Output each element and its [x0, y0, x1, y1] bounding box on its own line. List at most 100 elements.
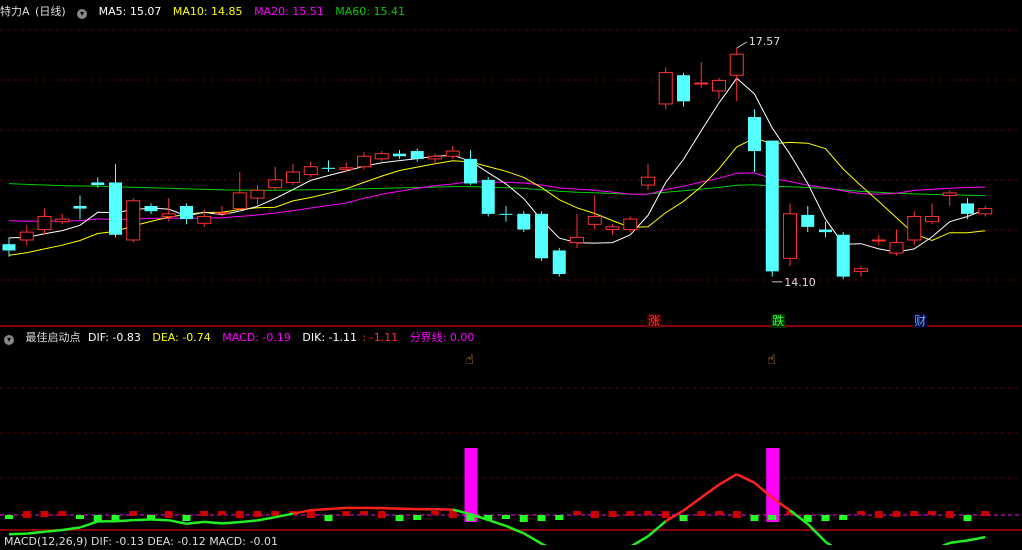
candle-body [38, 216, 51, 229]
dif-curve-segment [648, 521, 666, 536]
dif-curve-segment [258, 517, 276, 520]
candle-body [393, 154, 406, 157]
candle-body [908, 216, 921, 240]
histogram-bar [697, 511, 705, 516]
dif-curve-segment [311, 509, 329, 510]
dif-curve-segment [133, 520, 151, 521]
histogram-bar [644, 511, 652, 515]
candlestick-chart[interactable]: 17.5714.10涨跌财☝☝ [0, 0, 1022, 545]
candle-body [500, 214, 513, 215]
dif-curve-segment [719, 474, 737, 485]
candle-body [837, 235, 850, 277]
candle-body [943, 193, 956, 196]
candle-body [801, 215, 814, 227]
histogram-bar [360, 511, 368, 515]
candle-body [127, 201, 140, 240]
candle-body [251, 190, 264, 198]
hand-pointer-icon: ☝ [767, 352, 776, 368]
dif-curve-segment [240, 520, 258, 522]
histogram-bar [875, 511, 883, 518]
candle-body [109, 182, 122, 234]
candle-body [890, 243, 903, 253]
candle-body [588, 216, 601, 224]
histogram-bar [591, 511, 599, 518]
histogram-bar [857, 511, 865, 515]
histogram-bar [254, 511, 262, 517]
candle-body [748, 117, 761, 151]
histogram-bar [733, 511, 741, 518]
histogram-bar [218, 511, 226, 515]
signal-bar [766, 448, 779, 522]
dif-curve-segment [524, 533, 542, 543]
candle-body [287, 172, 300, 182]
candle-body [429, 156, 442, 159]
dif-curve-segment [27, 532, 45, 534]
histogram-bar [893, 511, 901, 517]
dif-curve-segment [151, 520, 169, 521]
histogram-bar [325, 515, 333, 521]
histogram-bar [396, 515, 404, 521]
candle-body [56, 219, 69, 222]
histogram-bar [271, 511, 279, 516]
dif-curve-segment [9, 534, 27, 535]
histogram-bar [183, 515, 191, 521]
candle-body [819, 230, 832, 233]
candle-body [713, 80, 726, 90]
candle-body [571, 237, 584, 242]
candle-body [961, 203, 974, 213]
histogram-bar [129, 511, 137, 516]
candle-body [642, 177, 655, 185]
candle-body [624, 219, 637, 229]
signal-bar [465, 448, 478, 522]
histogram-bar [76, 515, 84, 519]
candle-body [855, 269, 868, 272]
candle-body [233, 193, 246, 209]
candle-body [606, 227, 619, 230]
histogram-bar [609, 511, 617, 517]
candle-body [340, 168, 353, 170]
histogram-bar [928, 511, 936, 515]
candle-body [784, 214, 797, 258]
histogram-bar [680, 515, 688, 521]
candle-body [198, 216, 211, 223]
ma5-line [9, 78, 985, 252]
candle-body [216, 213, 229, 214]
candle-body [482, 180, 495, 214]
histogram-bar [555, 515, 563, 520]
candle-body [766, 141, 779, 272]
histogram-bar [378, 511, 386, 518]
candle-body [926, 216, 939, 221]
histogram-bar [964, 515, 972, 521]
hand-pointer-icon: ☝ [466, 352, 475, 368]
candle-body [91, 182, 104, 185]
histogram-bar [200, 511, 208, 516]
histogram-bar [58, 511, 66, 516]
histogram-bar [981, 511, 989, 516]
histogram-bar [431, 511, 439, 515]
dif-curve-segment [382, 508, 400, 509]
candle-body [304, 167, 317, 175]
histogram-bar [342, 511, 350, 516]
candle-body [659, 73, 672, 104]
dif-curve-segment [204, 522, 222, 524]
histogram-bar [768, 515, 776, 520]
candle-body [677, 75, 690, 101]
dif-curve-segment [116, 520, 134, 521]
candle-body [3, 244, 16, 250]
dif-curve-segment [701, 485, 719, 498]
dif-curve-segment [808, 524, 826, 542]
candle-body [411, 151, 424, 159]
candle-body [180, 206, 193, 219]
histogram-bar [413, 515, 421, 520]
dif-curve-segment [684, 498, 702, 511]
dif-curve-segment [950, 541, 968, 543]
dif-curve-segment [62, 528, 80, 531]
histogram-bar [626, 511, 634, 516]
candle-body [517, 214, 530, 230]
histogram-bar [520, 515, 528, 522]
histogram-bar [822, 515, 830, 521]
dif-curve-segment [329, 508, 347, 509]
candle-body [162, 214, 175, 217]
dif-curve-segment [80, 521, 98, 527]
histogram-bar [23, 511, 31, 518]
